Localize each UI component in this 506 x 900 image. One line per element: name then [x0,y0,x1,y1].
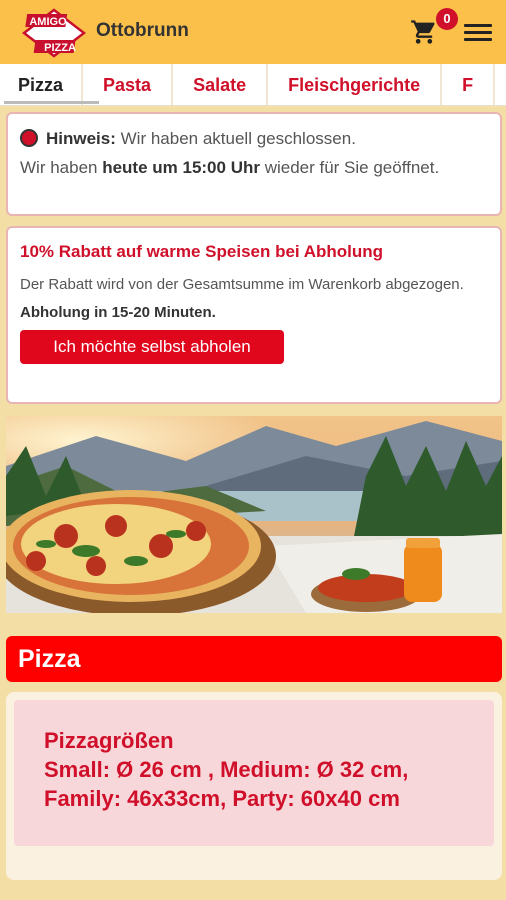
tab-pasta[interactable]: Pasta [83,64,174,105]
amigo-pizza-logo[interactable]: AMIGO PIZZA [22,8,86,58]
closed-notice: Hinweis: Wir haben aktuell geschlossen. … [6,112,502,216]
cart-count-badge[interactable]: 0 [436,8,458,30]
logo-text-top: AMIGO [29,16,67,28]
pickup-discount-card: 10% Rabatt auf warme Speisen bei Abholun… [6,226,502,404]
info-line-2: Family: 46x33cm, Party: 60x40 cm [44,786,400,811]
section-title-pizza: Pizza [6,636,502,682]
location-name[interactable]: Ottobrunn [96,20,189,42]
pizza-size-info: Pizzagrößen Small: Ø 26 cm , Medium: Ø 3… [14,700,494,846]
app-header: AMIGO PIZZA Ottobrunn 0 [0,0,506,64]
tab-fleischgerichte[interactable]: Fleischgerichte [268,64,443,105]
pizza-size-info-card: Pizzagrößen Small: Ø 26 cm , Medium: Ø 3… [6,692,502,880]
discount-description: Der Rabatt wird von der Gesamtsumme im W… [20,276,464,293]
pizza-hero-image [6,416,502,613]
logo-text-bottom: PIZZA [44,42,76,54]
tab-partial[interactable]: F [442,64,496,105]
notice-label: Hinweis: [46,129,116,148]
hamburger-menu-icon[interactable] [464,20,494,46]
tab-salate[interactable]: Salate [173,64,269,105]
discount-title: 10% Rabatt auf warme Speisen bei Abholun… [20,242,384,261]
notice-closed-text: Wir haben aktuell geschlossen. [115,129,356,148]
notice-reopen-suffix: wieder für Sie geöffnet. [259,158,440,177]
info-line-1: Small: Ø 26 cm , Medium: Ø 32 cm, [44,757,409,782]
pickup-time: Abholung in 15-20 Minuten. [20,304,216,321]
closed-status-dot-icon [20,129,38,147]
self-pickup-button[interactable]: Ich möchte selbst abholen [20,330,284,364]
notice-reopen-time: heute um 15:00 Uhr [102,158,260,177]
category-tabs: Pizza Pasta Salate Fleischgerichte F [0,64,506,106]
notice-reopen-prefix: Wir haben [20,158,103,177]
info-title: Pizzagrößen [44,728,174,753]
tab-pizza[interactable]: Pizza [0,64,100,105]
cart-icon[interactable] [410,18,438,46]
